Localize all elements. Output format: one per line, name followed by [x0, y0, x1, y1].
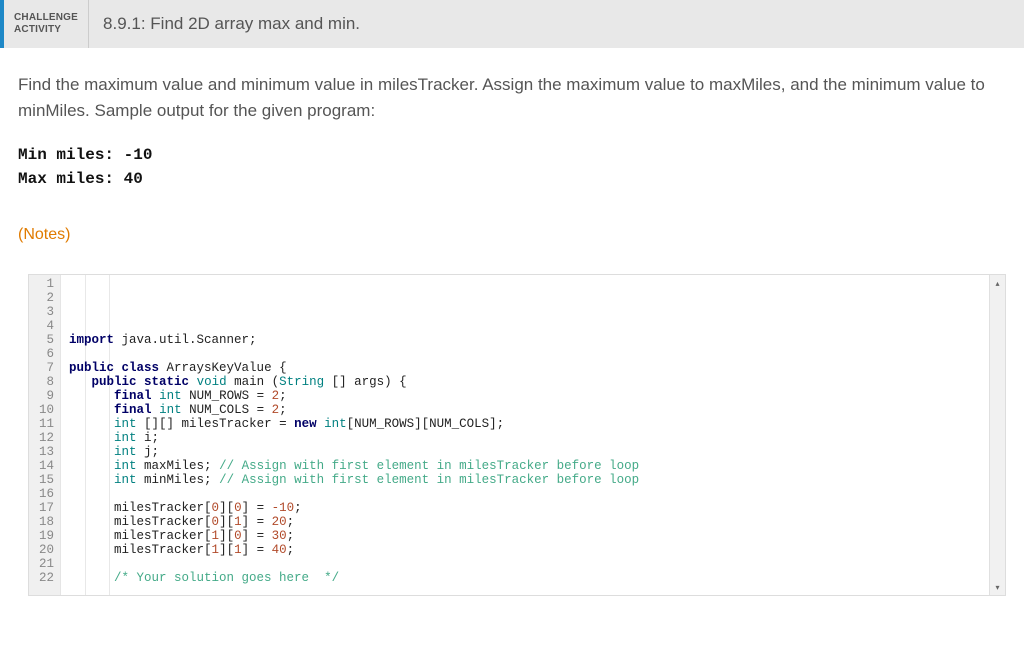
- line-number: 11: [39, 417, 54, 431]
- code-line[interactable]: [69, 557, 639, 571]
- line-number-gutter: 12345678910111213141516171819202122: [29, 275, 61, 595]
- line-number: 19: [39, 529, 54, 543]
- code-line[interactable]: [69, 487, 639, 501]
- line-number: 1: [39, 277, 54, 291]
- code-line[interactable]: import java.util.Scanner;: [69, 333, 639, 347]
- code-line[interactable]: int [][] milesTracker = new int[NUM_ROWS…: [69, 417, 639, 431]
- code-line[interactable]: int maxMiles; // Assign with first eleme…: [69, 459, 639, 473]
- line-number: 2: [39, 291, 54, 305]
- line-number: 18: [39, 515, 54, 529]
- line-number: 21: [39, 557, 54, 571]
- code-line[interactable]: [69, 347, 639, 361]
- badge-line-1: CHALLENGE: [14, 12, 78, 24]
- code-line[interactable]: public static void main (String [] args)…: [69, 375, 639, 389]
- code-line[interactable]: milesTracker[1][0] = 30;: [69, 529, 639, 543]
- line-number: 15: [39, 473, 54, 487]
- line-number: 10: [39, 403, 54, 417]
- code-line[interactable]: int minMiles; // Assign with first eleme…: [69, 473, 639, 487]
- code-line[interactable]: /* Your solution goes here */: [69, 571, 639, 585]
- code-line[interactable]: final int NUM_ROWS = 2;: [69, 389, 639, 403]
- code-line[interactable]: milesTracker[0][0] = -10;: [69, 501, 639, 515]
- code-line[interactable]: milesTracker[1][1] = 40;: [69, 543, 639, 557]
- line-number: 16: [39, 487, 54, 501]
- line-number: 5: [39, 333, 54, 347]
- instructions-text: Find the maximum value and minimum value…: [0, 48, 1024, 129]
- challenge-badge: CHALLENGE ACTIVITY: [4, 0, 89, 48]
- line-number: 22: [39, 571, 54, 585]
- code-line[interactable]: public class ArraysKeyValue {: [69, 361, 639, 375]
- line-number: 9: [39, 389, 54, 403]
- challenge-title: 8.9.1: Find 2D array max and min.: [89, 0, 360, 48]
- vertical-scrollbar[interactable]: ▴ ▾: [989, 275, 1005, 595]
- code-line[interactable]: final int NUM_COLS = 2;: [69, 403, 639, 417]
- line-number: 12: [39, 431, 54, 445]
- badge-line-2: ACTIVITY: [14, 24, 78, 36]
- scroll-down-icon[interactable]: ▾: [990, 579, 1005, 595]
- code-editor[interactable]: 12345678910111213141516171819202122 impo…: [28, 274, 1006, 596]
- line-number: 14: [39, 459, 54, 473]
- code-line[interactable]: milesTracker[0][1] = 20;: [69, 515, 639, 529]
- code-line[interactable]: int j;: [69, 445, 639, 459]
- scrollbar-track[interactable]: [990, 291, 1005, 579]
- challenge-header: CHALLENGE ACTIVITY 8.9.1: Find 2D array …: [0, 0, 1024, 48]
- line-number: 6: [39, 347, 54, 361]
- code-line[interactable]: [69, 585, 639, 596]
- code-line[interactable]: int i;: [69, 431, 639, 445]
- line-number: 13: [39, 445, 54, 459]
- sample-output: Min miles: -10 Max miles: 40: [0, 129, 1024, 203]
- line-number: 20: [39, 543, 54, 557]
- line-number: 4: [39, 319, 54, 333]
- code-area[interactable]: import java.util.Scanner; public class Ar…: [61, 275, 643, 595]
- notes-link[interactable]: (Notes): [0, 202, 1024, 252]
- line-number: 3: [39, 305, 54, 319]
- line-number: 8: [39, 375, 54, 389]
- line-number: 17: [39, 501, 54, 515]
- line-number: 7: [39, 361, 54, 375]
- scroll-up-icon[interactable]: ▴: [990, 275, 1005, 291]
